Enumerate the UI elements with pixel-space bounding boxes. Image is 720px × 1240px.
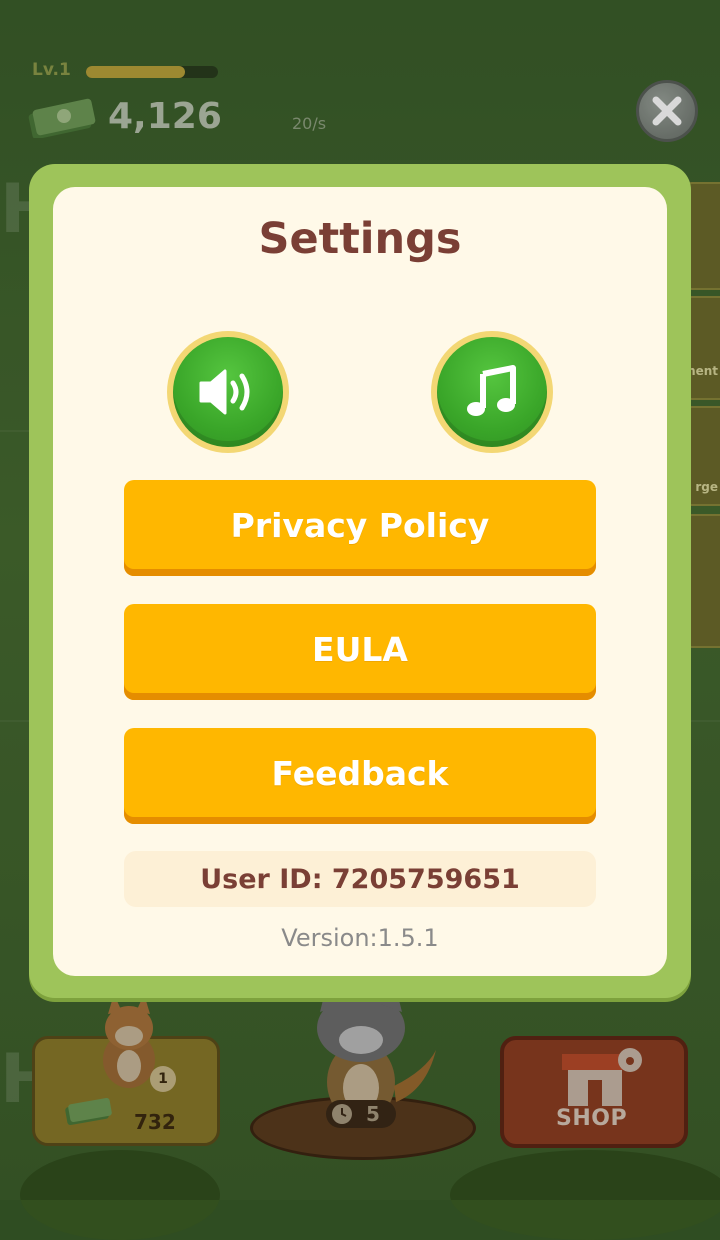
settings-title: Settings	[258, 214, 462, 264]
sound-toggle-button[interactable]	[167, 331, 289, 453]
eula-button[interactable]: EULA	[124, 604, 596, 700]
feedback-label: Feedback	[271, 753, 449, 793]
eula-label: EULA	[312, 629, 408, 669]
user-id-text: User ID: 7205759651	[200, 863, 520, 895]
version-text: Version:1.5.1	[281, 924, 439, 952]
feedback-button[interactable]: Feedback	[124, 728, 596, 824]
music-toggle-button[interactable]	[431, 331, 553, 453]
sound-toggle-inner	[173, 337, 283, 447]
music-note-icon	[467, 365, 516, 416]
music-toggle-inner	[437, 337, 547, 447]
speaker-icon	[199, 369, 250, 415]
privacy-policy-label: Privacy Policy	[230, 505, 490, 545]
user-id-box: User ID: 7205759651	[124, 851, 596, 907]
privacy-policy-button[interactable]: Privacy Policy	[124, 480, 596, 576]
